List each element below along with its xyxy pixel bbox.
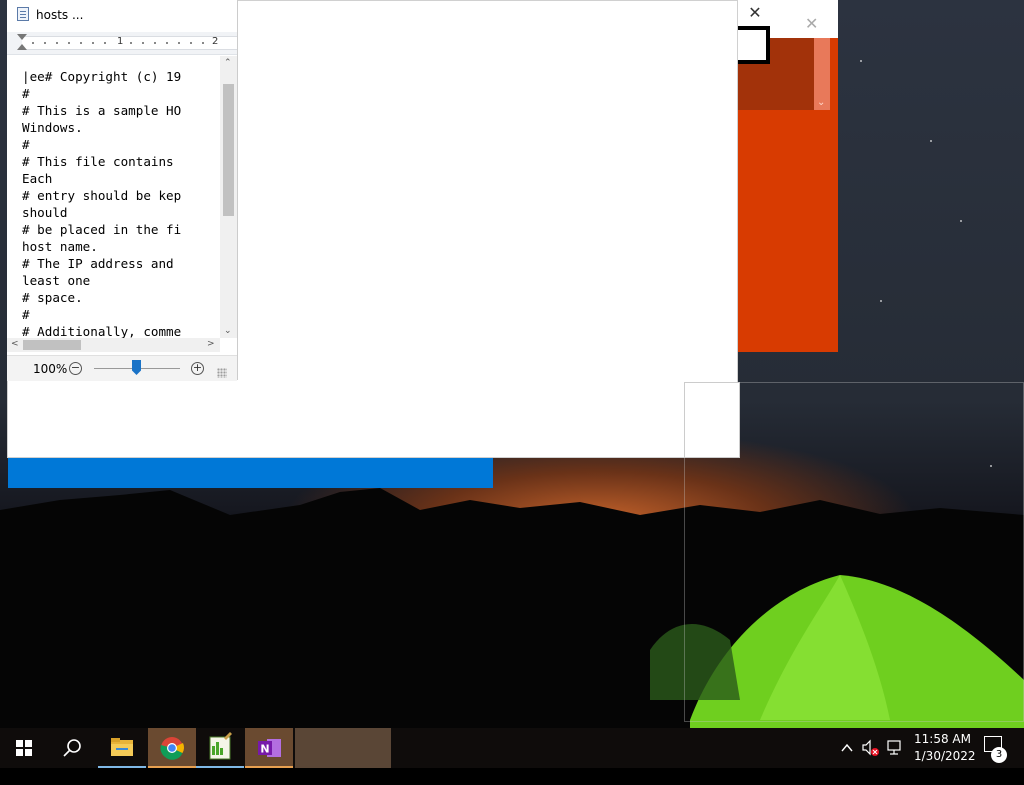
window-title: hosts ... [36, 8, 84, 22]
speaker-muted-icon [862, 739, 879, 756]
scroll-right-icon[interactable]: > [207, 339, 215, 349]
notification-count-badge: 3 [991, 747, 1007, 763]
vertical-scroll-thumb[interactable] [223, 84, 234, 216]
zoom-level: 100% [33, 362, 68, 376]
start-button[interactable] [0, 728, 48, 768]
folder-icon [111, 738, 133, 756]
onenote-button[interactable]: N [245, 728, 293, 768]
onenote-icon: N [258, 739, 281, 757]
taskbar: N 11:58 AM 1/30/2022 3 [0, 728, 1024, 768]
zoom-slider-thumb[interactable] [132, 360, 141, 375]
document-area[interactable]: |ee# Copyright (c) 19 # # This is a samp… [7, 56, 220, 338]
ruler-tick [130, 42, 132, 44]
network-button[interactable] [885, 728, 905, 768]
office-window-scrollbar[interactable]: ⌄ [814, 38, 830, 110]
task-window-1-button[interactable] [295, 728, 343, 768]
wordpad-window[interactable]: hosts ... 1 2 |ee# Copyright (c) 19 # # … [7, 0, 238, 381]
ruler-tick [44, 42, 46, 44]
clock-date[interactable]: 1/30/2022 [914, 749, 976, 763]
horizontal-scroll-thumb[interactable] [23, 340, 81, 350]
wordpad-titlebar[interactable]: hosts ... [7, 0, 237, 30]
ruler-tick [32, 42, 34, 44]
ruler-tick [104, 42, 106, 44]
document-icon [17, 7, 29, 21]
office-window-close-button[interactable]: ✕ [805, 14, 818, 33]
scroll-left-icon[interactable]: < [11, 339, 19, 349]
vertical-scrollbar[interactable]: ⌃ ⌄ [220, 56, 237, 338]
status-bar: 100% − + [7, 355, 237, 381]
ruler-tick [154, 42, 156, 44]
search-button[interactable] [48, 728, 96, 768]
ruler-tick [178, 42, 180, 44]
hanging-indent-marker[interactable] [17, 44, 27, 50]
ruler[interactable]: 1 2 [7, 32, 237, 55]
notepad-icon [209, 732, 232, 760]
ruler-tick [68, 42, 70, 44]
file-explorer-button[interactable] [98, 728, 146, 768]
network-icon [887, 740, 901, 755]
ruler-tick [56, 42, 58, 44]
show-hidden-icons-button[interactable] [840, 728, 854, 768]
ruler-tick [142, 42, 144, 44]
resize-grip[interactable] [217, 368, 227, 378]
small-white-window[interactable] [684, 382, 740, 458]
ruler-tick [92, 42, 94, 44]
zoom-out-button[interactable]: − [69, 362, 82, 375]
star [880, 300, 882, 302]
scroll-down-icon[interactable]: ⌄ [224, 326, 232, 336]
ruler-tick [202, 42, 204, 44]
ruler-tick [190, 42, 192, 44]
svg-text:N: N [260, 743, 269, 756]
close-button[interactable]: ✕ [740, 2, 770, 24]
document-text[interactable]: |ee# Copyright (c) 19 # # This is a samp… [22, 68, 181, 338]
volume-muted-button[interactable] [861, 728, 881, 768]
ruler-tick [166, 42, 168, 44]
star [930, 140, 932, 142]
chrome-icon [160, 737, 184, 760]
scroll-down-icon[interactable]: ⌄ [817, 97, 825, 108]
scroll-up-icon[interactable]: ⌃ [224, 58, 232, 68]
notepad-plus-button[interactable] [196, 728, 244, 768]
ruler-tick [80, 42, 82, 44]
star [860, 60, 862, 62]
focus-frame [736, 26, 770, 64]
ruler-band: 1 2 [22, 36, 237, 50]
ruler-number: 1 [117, 36, 124, 47]
chrome-button[interactable] [148, 728, 196, 768]
search-icon [63, 739, 81, 757]
star [960, 220, 962, 222]
clock-time[interactable]: 11:58 AM [914, 732, 971, 746]
ruler-number: 2 [212, 36, 219, 47]
windows-logo-icon [16, 740, 32, 756]
zoom-in-button[interactable]: + [191, 362, 204, 375]
chevron-up-icon [841, 743, 853, 752]
task-window-2-button[interactable] [343, 728, 391, 768]
first-line-indent-marker[interactable] [17, 34, 27, 40]
horizontal-scrollbar[interactable]: < > [7, 338, 220, 352]
